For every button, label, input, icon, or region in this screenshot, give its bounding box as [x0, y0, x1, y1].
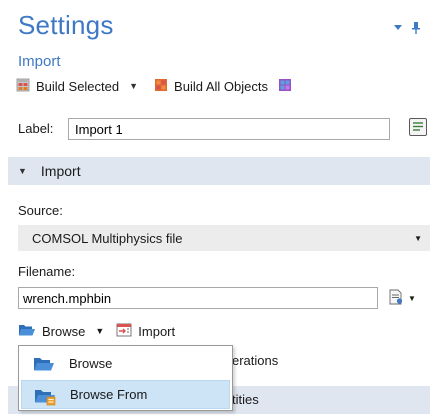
section-title: Import — [40, 163, 81, 179]
window-controls — [392, 22, 422, 34]
build-selected-icon — [16, 78, 30, 95]
source-value: COMSOL Multiphysics file — [32, 230, 183, 246]
browse-button[interactable]: Browse ▼ — [18, 323, 104, 340]
build-selected-label: Build Selected — [36, 78, 120, 94]
browse-import-row: Browse ▼ Import — [18, 321, 175, 341]
pin-icon[interactable] — [410, 22, 422, 34]
build-all-icon — [154, 78, 168, 95]
graphics-update-button[interactable] — [278, 78, 292, 95]
build-selected-button[interactable]: Build Selected ▼ — [16, 78, 138, 95]
import-button[interactable]: Import — [116, 323, 175, 340]
filename-label: Filename: — [18, 264, 76, 279]
source-select[interactable]: COMSOL Multiphysics file ▼ — [18, 225, 430, 251]
label-caption: Label: — [18, 121, 54, 136]
build-all-label: Build All Objects — [174, 78, 268, 94]
panel-title: Settings — [18, 10, 114, 40]
folder-open-icon — [33, 356, 55, 372]
label-input[interactable] — [68, 118, 390, 140]
chevron-down-icon: ▼ — [414, 234, 422, 243]
import-section-header[interactable]: ▼ Import — [8, 157, 430, 185]
menu-item-browse-from[interactable]: Browse From — [21, 380, 230, 409]
chevron-down-icon[interactable]: ▼ — [129, 81, 138, 91]
grid-update-icon — [278, 78, 292, 95]
collapse-triangle-icon: ▼ — [18, 166, 27, 176]
toolbar: Build Selected ▼ Build All Objects — [16, 76, 292, 96]
dropdown-arrow-icon[interactable] — [392, 22, 404, 34]
edit-label-button[interactable] — [406, 116, 430, 140]
filename-input[interactable] — [18, 287, 378, 309]
file-settings-icon — [388, 289, 404, 308]
edit-notes-icon — [408, 117, 428, 140]
folder-open-icon — [18, 323, 36, 340]
chevron-down-icon: ▼ — [408, 293, 416, 303]
menu-item-label: Browse — [69, 356, 113, 371]
section-title-fragment: tities — [232, 392, 259, 407]
node-subtitle: Import — [18, 53, 61, 70]
menu-item-label: Browse From — [70, 387, 148, 402]
folder-from-icon — [34, 388, 56, 406]
build-all-objects-button[interactable]: Build All Objects — [154, 78, 268, 95]
import-label: Import — [138, 323, 176, 339]
chevron-down-icon[interactable]: ▼ — [95, 326, 104, 336]
browse-dropdown-menu: Browse Browse From — [18, 345, 233, 411]
browse-label: Browse — [42, 323, 86, 339]
source-label: Source: — [18, 203, 63, 218]
file-options-button[interactable]: ▼ — [388, 287, 416, 309]
checkbox-label-fragment: erations — [232, 353, 279, 368]
import-icon — [116, 323, 132, 340]
label-row: Label: — [18, 118, 68, 140]
menu-item-browse[interactable]: Browse — [21, 349, 230, 378]
